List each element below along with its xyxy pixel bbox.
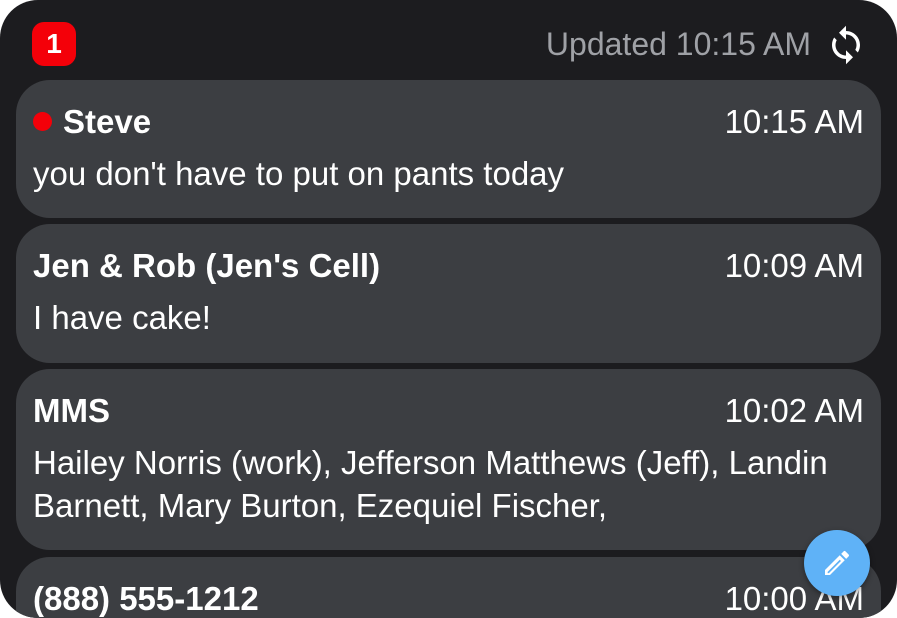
pencil-icon bbox=[825, 550, 850, 575]
conversation-item[interactable]: Steve 10:15 AM you don't have to put on … bbox=[16, 80, 881, 218]
compose-button[interactable] bbox=[804, 530, 870, 596]
unread-count-badge: 1 bbox=[32, 22, 76, 66]
message-preview: I have cake! bbox=[33, 299, 211, 336]
message-preview: Hailey Norris (work), Jefferson Matthews… bbox=[33, 444, 828, 524]
conversation-item[interactable]: (888) 555-1212 10:00 AM bbox=[16, 557, 881, 618]
last-updated-label: Updated 10:15 AM bbox=[545, 26, 811, 62]
contact-name: Jen & Rob (Jen's Cell) bbox=[33, 247, 381, 284]
message-preview: you don't have to put on pants today bbox=[33, 155, 565, 192]
refresh-button[interactable] bbox=[825, 24, 867, 66]
unread-dot bbox=[33, 112, 52, 131]
conversation-item[interactable]: Jen & Rob (Jen's Cell) 10:09 AM I have c… bbox=[16, 224, 881, 363]
refresh-icon bbox=[832, 25, 860, 65]
contact-name: Steve bbox=[63, 103, 152, 140]
message-time: 10:02 AM bbox=[724, 392, 864, 429]
contact-name: (888) 555-1212 bbox=[33, 580, 259, 617]
message-time: 10:09 AM bbox=[724, 247, 864, 284]
message-time: 10:15 AM bbox=[724, 103, 864, 140]
messages-widget: 1 Updated 10:15 AM Steve 10:15 AM you do… bbox=[0, 0, 897, 618]
conversation-item[interactable]: MMS 10:02 AM Hailey Norris (work), Jeffe… bbox=[16, 369, 881, 550]
contact-name: MMS bbox=[33, 392, 110, 429]
